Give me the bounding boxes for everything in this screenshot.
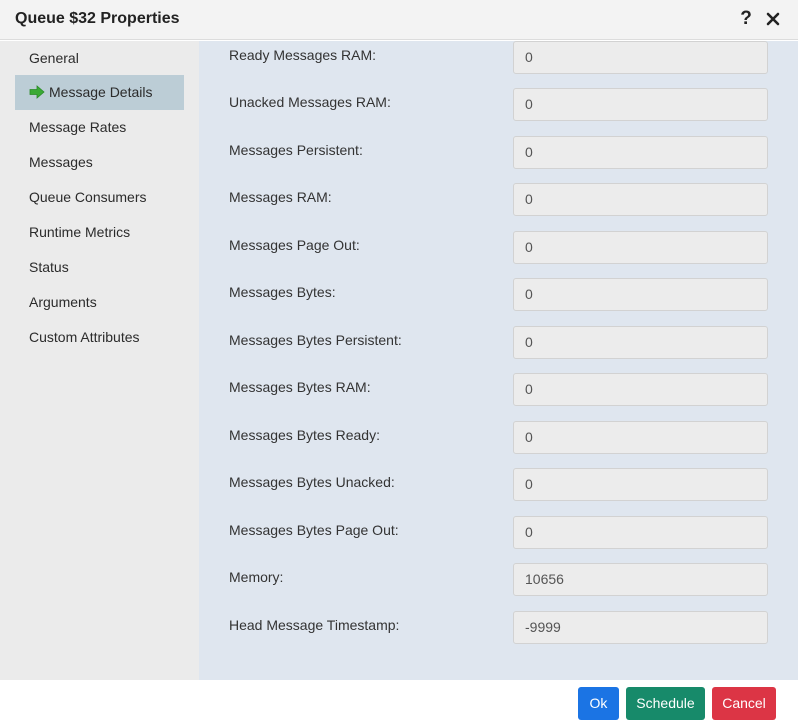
field-row: Messages Bytes Unacked: 0 [199,468,798,502]
head-message-timestamp-field[interactable]: -9999 [513,611,768,644]
field-label: Messages Bytes: [229,284,336,300]
close-icon[interactable] [764,10,782,28]
field-label: Messages Page Out: [229,237,360,253]
sidebar-item-arguments[interactable]: Arguments [15,285,184,320]
queue-properties-dialog: Queue $32 Properties ? General Message D… [0,0,798,726]
sidebar-item-message-rates[interactable]: Message Rates [15,110,184,145]
sidebar-item-status[interactable]: Status [15,250,184,285]
field-row: Messages Bytes Page Out: 0 [199,516,798,550]
messages-bytes-page-out-field[interactable]: 0 [513,516,768,549]
field-label: Messages Bytes Persistent: [229,332,402,348]
field-label: Messages Persistent: [229,142,363,158]
sidebar-item-runtime-metrics[interactable]: Runtime Metrics [15,215,184,250]
messages-page-out-field[interactable]: 0 [513,231,768,264]
memory-field[interactable]: 10656 [513,563,768,596]
help-icon[interactable]: ? [738,7,754,31]
sidebar-item-general[interactable]: General [15,41,184,76]
sidebar-item-message-details[interactable]: Message Details [15,75,184,110]
field-label: Messages Bytes Unacked: [229,474,395,490]
field-row: Messages RAM: 0 [199,183,798,217]
sidebar-item-label: General [29,50,79,66]
field-row: Messages Persistent: 0 [199,136,798,170]
field-row: Messages Bytes RAM: 0 [199,373,798,407]
sidebar-item-queue-consumers[interactable]: Queue Consumers [15,180,184,215]
sidebar-item-label: Queue Consumers [29,189,147,205]
message-details-panel: Ready Messages RAM: 0 Unacked Messages R… [199,41,798,680]
dialog-title: Queue $32 Properties [15,10,180,27]
sidebar-item-custom-attributes[interactable]: Custom Attributes [15,320,184,355]
sidebar-item-label: Status [29,259,69,275]
schedule-button[interactable]: Schedule [626,687,705,720]
sidebar-item-label: Message Details [49,84,153,100]
field-row: Memory: 10656 [199,563,798,597]
messages-bytes-ready-field[interactable]: 0 [513,421,768,454]
messages-bytes-unacked-field[interactable]: 0 [513,468,768,501]
ready-messages-ram-field[interactable]: 0 [513,41,768,74]
sidebar-item-label: Custom Attributes [29,329,140,345]
sidebar-item-label: Runtime Metrics [29,224,131,240]
field-label: Messages RAM: [229,189,332,205]
messages-ram-field[interactable]: 0 [513,183,768,216]
dialog-footer: Ok Schedule Cancel [0,680,798,726]
field-row: Head Message Timestamp: -9999 [199,611,798,645]
field-row: Messages Bytes: 0 [199,278,798,312]
field-row: Unacked Messages RAM: 0 [199,88,798,122]
field-row: Messages Bytes Ready: 0 [199,421,798,455]
field-row: Ready Messages RAM: 0 [199,41,798,75]
messages-persistent-field[interactable]: 0 [513,136,768,169]
sidebar-item-label: Messages [29,154,93,170]
arrow-right-icon [29,77,45,99]
field-label: Memory: [229,569,284,585]
field-row: Messages Bytes Persistent: 0 [199,326,798,360]
field-label: Messages Bytes Ready: [229,427,380,443]
sidebar-nav: General Message Details Message Rates Me… [0,41,199,680]
field-label: Head Message Timestamp: [229,617,400,633]
dialog-titlebar: Queue $32 Properties ? [0,0,798,40]
messages-bytes-persistent-field[interactable]: 0 [513,326,768,359]
messages-bytes-ram-field[interactable]: 0 [513,373,768,406]
sidebar-item-label: Message Rates [29,119,127,135]
sidebar-item-label: Arguments [29,294,97,310]
unacked-messages-ram-field[interactable]: 0 [513,88,768,121]
field-label: Ready Messages RAM: [229,47,377,63]
ok-button[interactable]: Ok [578,687,619,720]
field-label: Messages Bytes Page Out: [229,522,399,538]
cancel-button[interactable]: Cancel [712,687,776,720]
field-label: Messages Bytes RAM: [229,379,371,395]
field-label: Unacked Messages RAM: [229,94,391,110]
sidebar-item-messages[interactable]: Messages [15,145,184,180]
field-row: Messages Page Out: 0 [199,231,798,265]
messages-bytes-field[interactable]: 0 [513,278,768,311]
